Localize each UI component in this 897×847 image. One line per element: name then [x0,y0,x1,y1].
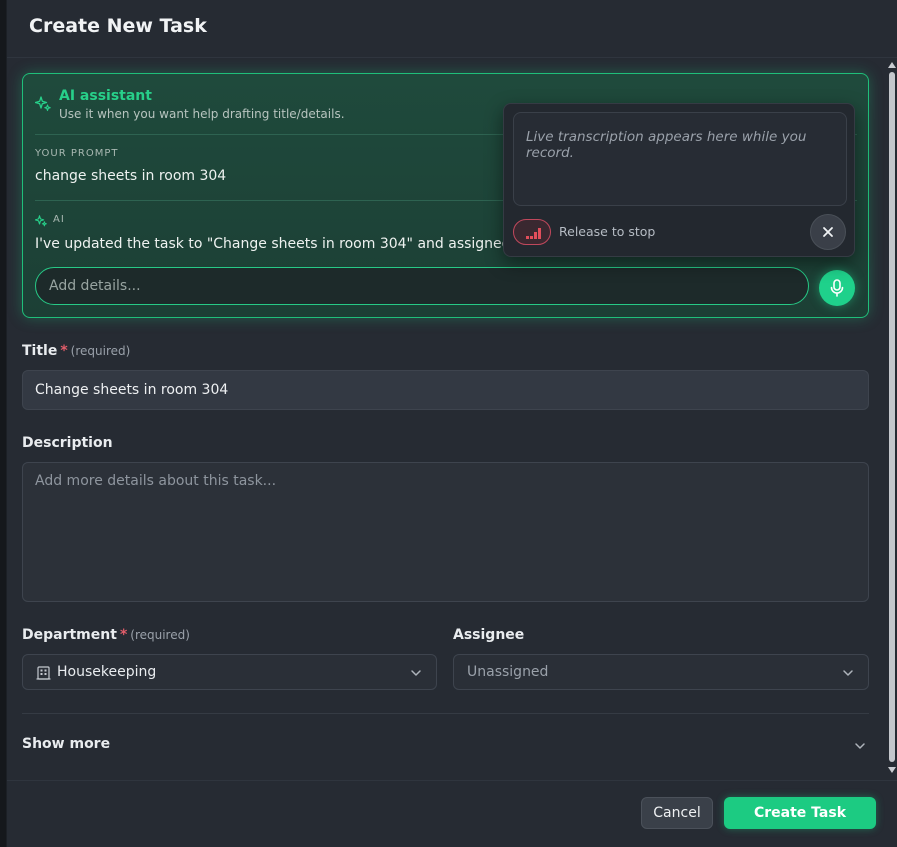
department-label: Department * (required) [22,627,190,643]
divider [22,713,869,714]
prompt-label: YOUR PROMPT [35,148,119,159]
create-task-button[interactable]: Create Task [724,797,876,829]
building-icon [36,666,51,680]
scroll-down-arrow-icon[interactable] [888,767,896,773]
ai-response-label: AI [53,214,65,225]
cancel-button[interactable]: Cancel [641,797,713,829]
sparkles-icon [35,215,47,227]
assignee-value: Unassigned [467,664,549,680]
close-transcription-button[interactable] [810,214,846,250]
chevron-down-icon [843,670,853,676]
prompt-text: change sheets in room 304 [35,168,227,184]
ai-response-text: I've updated the task to "Change sheets … [35,236,505,252]
close-icon [823,227,833,237]
required-text: (required) [70,344,131,358]
required-text: (required) [130,628,190,642]
transcription-box: Live transcription appears here while yo… [513,112,847,206]
modal-header: Create New Task [7,0,897,58]
microphone-icon [830,279,844,297]
create-task-modal: Create New Task AI assistant Use it when… [6,0,897,847]
recording-status: Release to stop [559,224,656,239]
description-textarea[interactable] [22,462,869,602]
ai-assistant-subtitle: Use it when you want help drafting title… [59,107,345,121]
required-star: * [60,343,68,359]
modal-body: AI assistant Use it when you want help d… [7,58,897,780]
department-value: Housekeeping [57,664,157,680]
sparkles-icon [35,96,51,112]
recording-indicator [513,219,551,245]
description-label: Description [22,435,113,451]
transcription-placeholder: Live transcription appears here while yo… [526,129,807,161]
ai-assistant-title: AI assistant [59,88,152,104]
required-star: * [119,627,128,643]
chevron-down-icon [411,670,421,676]
scrollbar[interactable] [887,60,897,775]
transcription-popover: Live transcription appears here while yo… [503,103,855,257]
chevron-down-icon [855,743,865,749]
title-input[interactable] [22,370,869,410]
show-more-toggle[interactable]: Show more [22,734,869,758]
audio-level-icon [526,227,542,239]
assignee-select[interactable]: Unassigned [453,654,869,690]
ai-details-input[interactable] [35,267,809,305]
show-more-label: Show more [22,736,111,752]
scrollbar-thumb[interactable] [889,72,895,762]
title-label: Title * (required) [22,343,131,359]
assignee-label: Assignee [453,627,525,643]
scroll-up-arrow-icon[interactable] [888,62,896,68]
microphone-button[interactable] [819,270,855,306]
modal-title: Create New Task [29,15,207,37]
modal-footer: Cancel Create Task [7,780,897,847]
department-select[interactable]: Housekeeping [22,654,437,690]
